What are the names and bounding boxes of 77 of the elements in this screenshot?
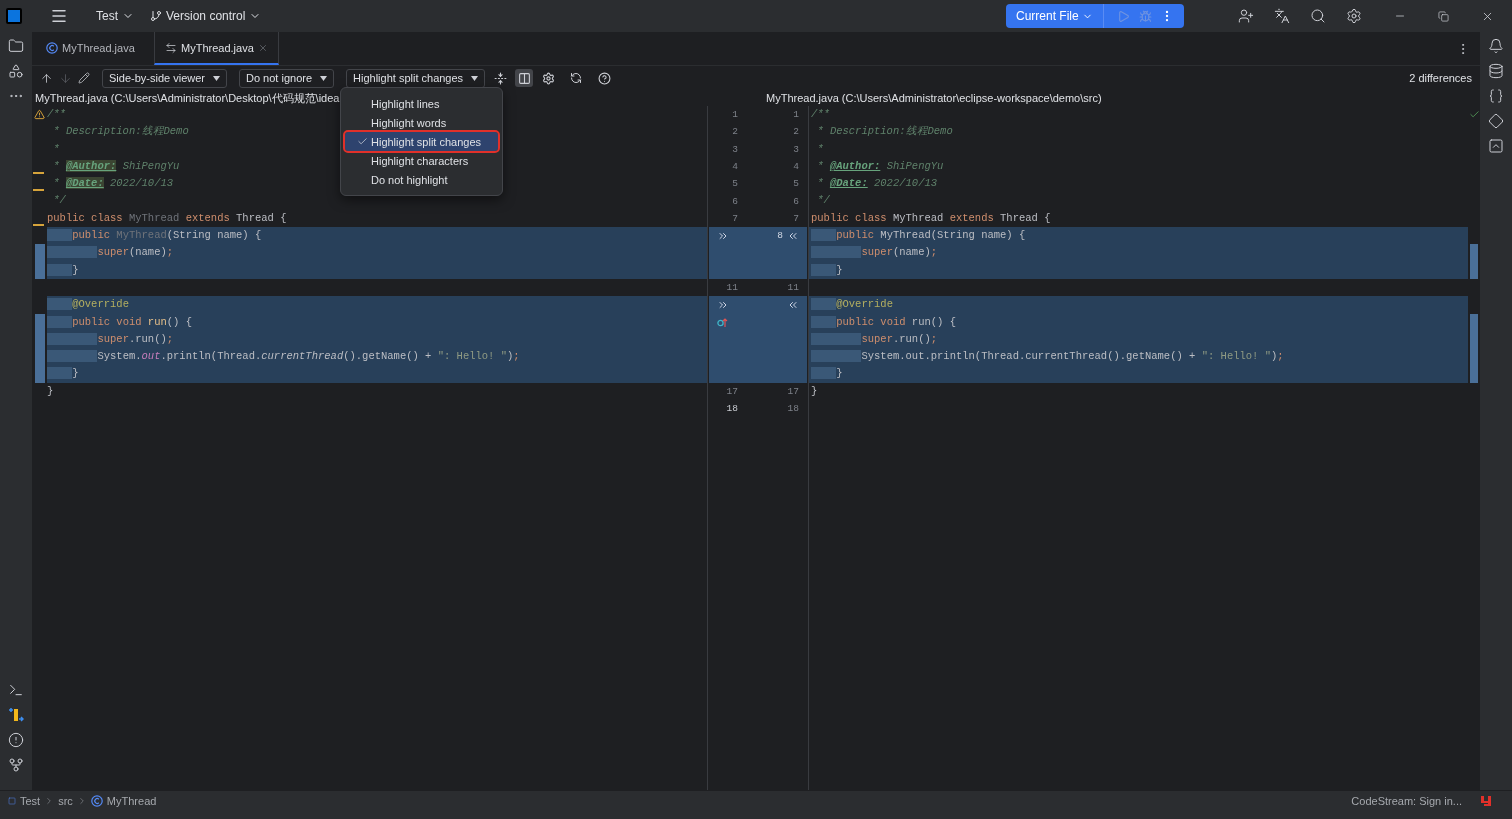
line-number: 8 [777,230,783,242]
class-icon [46,41,58,54]
line-number: 4 [793,161,799,173]
line-number: 17 [787,385,799,397]
highlight-dropdown[interactable]: Highlight split changes [346,68,486,88]
panel-icon[interactable] [1488,138,1504,154]
line-number: 7 [793,212,799,224]
line-number: 1 [732,109,738,121]
line-number: 1 [793,109,799,121]
line-number: 11 [726,282,738,294]
line-number: 5 [732,178,738,190]
code-line: } [47,382,708,401]
code-line: * Description:线程Demo [808,123,1468,141]
translate-icon[interactable] [1274,8,1290,24]
line-number: 11 [787,282,799,294]
code-line: * @Author: ShiPengYu [808,157,1468,176]
app-logo[interactable] [6,8,22,24]
compare-arrows-icon [165,41,177,54]
line-number: 5 [793,178,799,190]
braces-icon[interactable] [1488,88,1504,104]
line-number: 4 [732,161,738,173]
line-number: 3 [793,143,799,155]
build-icon[interactable] [8,707,24,723]
code-line: * [808,140,1468,158]
line-number: 7 [732,212,738,224]
line-number: 3 [732,143,738,155]
add-user-icon[interactable] [1238,8,1254,24]
override-icon[interactable] [717,317,728,327]
database-icon[interactable] [1488,63,1504,79]
edit-icon[interactable] [78,72,90,84]
problems-icon[interactable] [8,732,24,748]
line-number: 18 [726,403,738,415]
line-number: 6 [732,195,738,207]
codestream-status[interactable]: CodeStream: Sign in... [1351,795,1462,807]
viewer-dropdown[interactable]: Side-by-side viewer [102,68,227,88]
collapse-icon[interactable] [491,69,510,87]
caret-icon [320,75,328,81]
ignore-dropdown[interactable]: Do not ignore [239,68,335,88]
code-line: */ [808,192,1468,210]
differences-count: 2 differences [1409,72,1472,84]
restore-icon[interactable] [1438,10,1449,22]
editor-tab[interactable]: MyThread.java [36,32,154,65]
line-number: 17 [726,385,738,397]
code-line: * @Date: 2022/10/13 [808,175,1468,193]
code-line: /** [808,106,1468,124]
breadcrumb[interactable]: src [58,795,73,807]
notifications-icon[interactable] [1488,38,1504,54]
caret-icon [471,75,479,81]
line-number: 6 [793,195,799,207]
breadcrumb[interactable]: MyThread [106,795,157,807]
breadcrumb[interactable]: Test [20,795,41,807]
terminal-icon[interactable] [8,682,24,698]
search-icon[interactable] [1310,8,1326,24]
help-icon[interactable] [595,69,614,87]
folder-icon[interactable] [8,38,24,54]
file-path: MyThread.java (C:\Users\Administrator\eclipse-workspace\demo\src) [766,92,1102,104]
menu-item[interactable]: Highlight split changes [345,132,498,151]
diamond-icon[interactable] [1488,113,1504,129]
check-icon [357,136,368,147]
split-view-icon[interactable] [515,69,534,87]
codestream-icon[interactable] [1480,795,1492,807]
settings-icon[interactable] [1346,8,1362,24]
line-number: 2 [732,126,738,138]
project-menu[interactable]: Test [90,5,140,27]
structure-icon[interactable] [8,63,24,79]
file-path: MyThread.java (C:\Users\Administrator\Desktop\代码规范\idea [35,90,340,106]
vcs-menu[interactable]: Version control [144,5,268,27]
line-number: 18 [787,403,799,415]
class-icon [90,795,103,807]
editor-tab[interactable]: MyThread.java [154,32,279,65]
caret-icon [213,75,220,81]
previous-icon[interactable] [40,71,53,85]
line-number: 2 [793,126,799,138]
module-icon [8,797,16,805]
branch-icon [150,10,162,22]
git-icon[interactable] [8,757,24,773]
code-line: } [808,382,1468,401]
